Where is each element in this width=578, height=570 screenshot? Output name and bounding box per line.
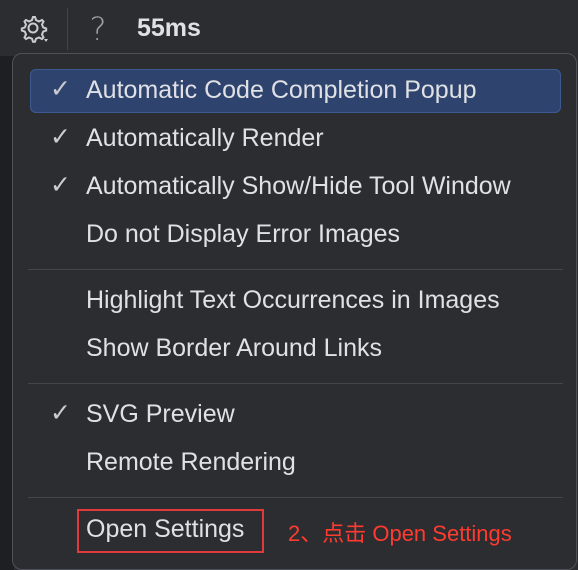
menu-item-label: Remote Rendering [86, 448, 296, 476]
checkmark-icon: ✓ [50, 398, 71, 427]
menu-item-show-border-around-links[interactable]: Show Border Around Links [30, 327, 561, 371]
menu-item-label: Show Border Around Links [86, 334, 383, 362]
menu-divider [28, 269, 563, 270]
menu-item-automatically-render[interactable]: ✓ Automatically Render [30, 117, 561, 161]
highlight-box [77, 509, 264, 553]
menu-item-label: Automatic Code Completion Popup [86, 76, 477, 104]
menu-item-label: Automatically Render [86, 124, 324, 152]
menu-item-label: Do not Display Error Images [86, 220, 401, 248]
instruction-annotation: 2、点击 Open Settings [288, 521, 512, 546]
menu-item-label: SVG Preview [86, 400, 235, 428]
menu-item-remote-rendering[interactable]: Remote Rendering [30, 441, 561, 485]
menu-item-automatically-show-hide-tool-window[interactable]: ✓ Automatically Show/Hide Tool Window [30, 165, 561, 209]
menu-divider [28, 383, 563, 384]
settings-gear-button[interactable] [14, 9, 54, 49]
menu-item-highlight-text-occurrences[interactable]: Highlight Text Occurrences in Images [30, 279, 561, 323]
menu-item-automatic-code-completion-popup[interactable]: ✓ Automatic Code Completion Popup [30, 69, 561, 113]
toolbar: ? 55ms [0, 0, 578, 56]
menu-item-label: Automatically Show/Hide Tool Window [86, 172, 511, 200]
menu-divider [28, 497, 563, 498]
checkmark-icon: ✓ [50, 74, 71, 103]
render-time-label: 55ms [137, 14, 201, 42]
checkmark-icon: ✓ [50, 170, 71, 199]
menu-item-svg-preview[interactable]: ✓ SVG Preview [30, 393, 561, 437]
settings-popup-menu: ✓ Automatic Code Completion Popup ✓ Auto… [12, 53, 577, 570]
help-button[interactable]: ? [82, 9, 114, 49]
gear-icon [20, 16, 48, 43]
menu-item-label: Highlight Text Occurrences in Images [86, 286, 500, 314]
menu-item-do-not-display-error-images[interactable]: Do not Display Error Images [30, 213, 561, 257]
checkmark-icon: ✓ [50, 122, 71, 151]
toolbar-divider [67, 8, 68, 50]
